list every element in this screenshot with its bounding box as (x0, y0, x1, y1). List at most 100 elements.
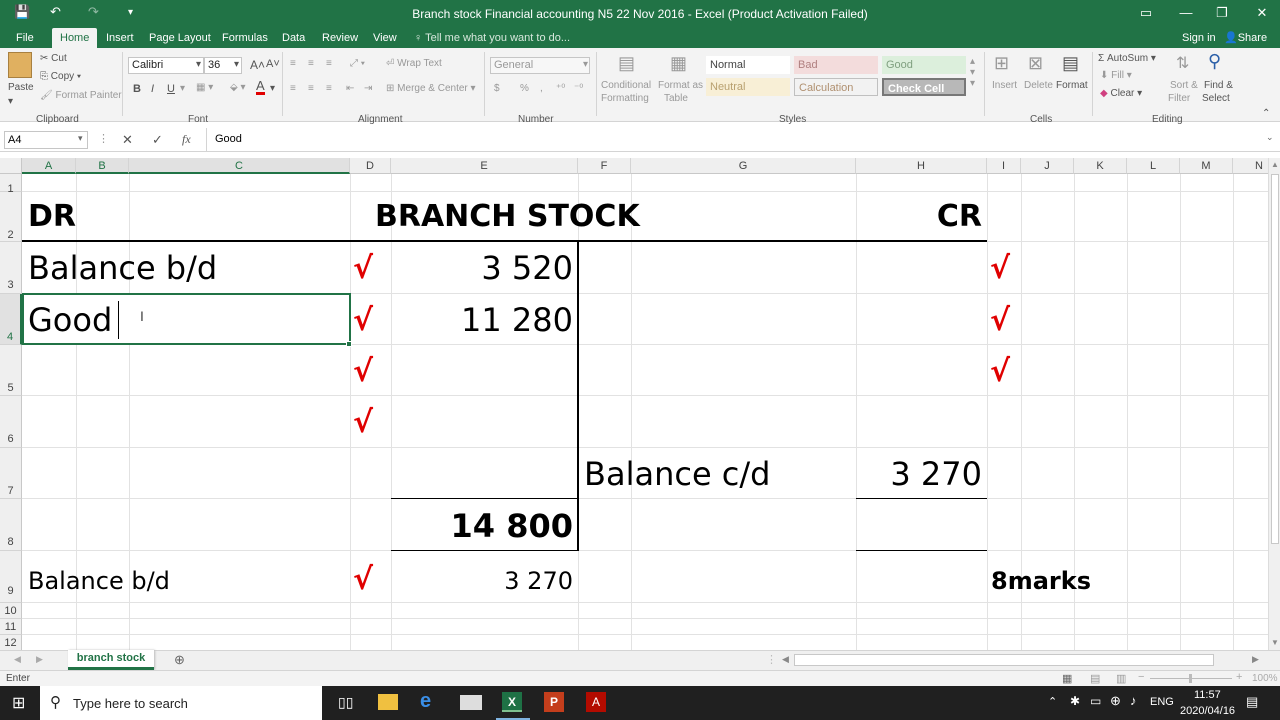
tab-review[interactable]: Review (314, 28, 366, 48)
row-header-11[interactable]: 11 (0, 619, 22, 635)
row-header-8[interactable]: 8 (0, 499, 22, 551)
font-color-dropdown-icon[interactable]: ▾ (270, 83, 275, 94)
percent-button[interactable]: % (520, 83, 529, 94)
styles-scroll-icon[interactable]: ▴ ▾ ▾ (970, 56, 975, 89)
scroll-right-icon[interactable]: ▶ (1252, 654, 1259, 665)
align-center-icon[interactable]: ≡ (308, 83, 314, 94)
grow-font-icon[interactable]: A˄ (250, 58, 265, 72)
cut-button[interactable]: ✂ Cut (40, 53, 67, 64)
bold-button[interactable]: B (133, 83, 141, 95)
excel-taskbar-icon[interactable]: X (502, 692, 522, 712)
chevron-down-icon[interactable]: ▾ (196, 59, 201, 70)
increase-indent-icon[interactable]: ⇥ (364, 83, 372, 94)
cell-balance-cd[interactable]: Balance c/d (584, 455, 770, 493)
chevron-down-icon[interactable]: ▾ (583, 59, 588, 70)
fill-color-icon[interactable]: ⬙ ▾ (230, 82, 246, 93)
column-header-n[interactable]: N (1233, 158, 1268, 174)
cell-cr[interactable]: CR (856, 199, 982, 234)
tab-file[interactable]: File (8, 28, 42, 48)
bluetooth-icon[interactable]: ✱ (1070, 694, 1080, 708)
sort-filter-label-2[interactable]: Filter (1168, 93, 1190, 104)
format-cells-icon[interactable]: ▤ (1062, 53, 1079, 74)
column-header-f[interactable]: F (578, 158, 631, 174)
autosum-button[interactable]: Σ AutoSum ▾ (1098, 53, 1156, 64)
style-normal[interactable]: Normal (706, 56, 790, 74)
scroll-down-icon[interactable]: ▼ (1271, 638, 1279, 647)
tab-view[interactable]: View (365, 28, 405, 48)
cell-value-3520[interactable]: 3 520 (391, 249, 573, 287)
add-sheet-icon[interactable]: ⊕ (174, 652, 185, 668)
vertical-scrollbar[interactable]: ▲ ▼ (1268, 158, 1280, 650)
row-header-5[interactable]: 5 (0, 345, 22, 396)
volume-icon[interactable]: ♪ (1130, 693, 1137, 708)
column-header-b[interactable]: B (76, 158, 129, 174)
conditional-formatting-icon[interactable]: ▤ (618, 53, 635, 74)
language-indicator[interactable]: ENG (1150, 696, 1174, 708)
name-box[interactable]: A4 (4, 131, 88, 149)
column-header-d[interactable]: D (350, 158, 391, 174)
cell-value-11280[interactable]: 11 280 (391, 301, 573, 339)
column-header-a[interactable]: A (22, 158, 76, 174)
insert-cells-button[interactable]: Insert (992, 80, 1017, 91)
wrap-text-button[interactable]: ⏎ Wrap Text (386, 58, 442, 69)
row-header-9[interactable]: 9 (0, 551, 22, 603)
column-header-m[interactable]: M (1180, 158, 1233, 174)
cell-dr[interactable]: DR (28, 199, 76, 234)
align-top-icon[interactable]: ≡ (290, 58, 296, 69)
zoom-in-icon[interactable]: + (1236, 671, 1242, 683)
row-header-1[interactable]: 1 (0, 174, 22, 195)
decrease-decimal-icon[interactable]: ⁻⁰ (574, 83, 583, 94)
column-header-g[interactable]: G (631, 158, 856, 174)
format-as-table-icon[interactable]: ▦ (670, 53, 687, 74)
merge-center-button[interactable]: ⊞ Merge & Center ▾ (386, 83, 476, 94)
column-header-j[interactable]: J (1021, 158, 1074, 174)
prev-sheet-icon[interactable]: ◀ (14, 654, 21, 665)
share-button[interactable]: 👤Share (1216, 28, 1275, 48)
borders-icon[interactable]: ▦ ▾ (196, 82, 213, 93)
row-header-12[interactable]: 12 (0, 635, 22, 650)
row-header-4[interactable]: 4 (0, 294, 22, 345)
normal-view-icon[interactable]: ▦ (1062, 672, 1072, 685)
delete-cells-button[interactable]: Delete (1024, 80, 1053, 91)
paste-button[interactable]: Paste (8, 82, 34, 93)
zoom-out-icon[interactable]: − (1138, 671, 1144, 683)
show-hidden-icons[interactable]: ⌃ (1048, 695, 1057, 708)
cell-balance-bd[interactable]: Balance b/d (28, 249, 217, 287)
scroll-left-icon[interactable]: ◀ (782, 654, 789, 665)
clock-date[interactable]: 2020/04/16 (1180, 705, 1235, 717)
style-bad[interactable]: Bad (794, 56, 878, 74)
currency-button[interactable]: $ (494, 83, 500, 94)
clock-time[interactable]: 11:57 (1194, 689, 1221, 701)
paste-dropdown-icon[interactable]: ▾ (8, 96, 13, 107)
chevron-down-icon[interactable]: ▾ (234, 59, 239, 70)
acrobat-icon[interactable]: A (586, 692, 606, 712)
style-check-cell[interactable]: Check Cell (882, 78, 966, 96)
font-name-select[interactable]: Calibri (128, 57, 204, 74)
cell-value-3270-cr[interactable]: 3 270 (856, 455, 982, 493)
cell-total-14800[interactable]: 14 800 (391, 507, 573, 545)
cell-good[interactable]: Good (28, 301, 112, 339)
tab-split-handle[interactable]: ⋮ (766, 653, 777, 666)
tab-formulas[interactable]: Formulas (214, 28, 276, 48)
tab-page-layout[interactable]: Page Layout (141, 28, 219, 48)
network-icon[interactable]: ⊕ (1110, 693, 1121, 709)
sheet-tab-branch-stock[interactable]: branch stock (68, 650, 154, 670)
edge-icon[interactable]: e (420, 690, 431, 713)
copy-button[interactable]: ⎘ Copy ▾ (40, 71, 81, 82)
insert-function-icon[interactable]: fx (182, 132, 191, 147)
battery-icon[interactable]: ▭ (1090, 694, 1101, 708)
format-cells-button[interactable]: Format (1056, 80, 1088, 91)
column-header-k[interactable]: K (1074, 158, 1127, 174)
powerpoint-icon[interactable]: P (544, 692, 564, 712)
fill-handle[interactable] (346, 341, 352, 347)
column-header-i[interactable]: I (987, 158, 1021, 174)
zoom-level[interactable]: 100% (1252, 673, 1278, 684)
column-header-l[interactable]: L (1127, 158, 1180, 174)
underline-dropdown-icon[interactable]: ▾ (180, 83, 185, 94)
clear-button[interactable]: ◆ Clear ▾ (1100, 88, 1142, 99)
find-select-label-1[interactable]: Find & (1204, 80, 1233, 91)
file-explorer-icon[interactable] (378, 694, 398, 710)
scroll-up-icon[interactable]: ▲ (1271, 160, 1279, 169)
page-break-view-icon[interactable]: ▥ (1116, 672, 1126, 685)
cell-8marks[interactable]: 8marks (991, 567, 1091, 595)
